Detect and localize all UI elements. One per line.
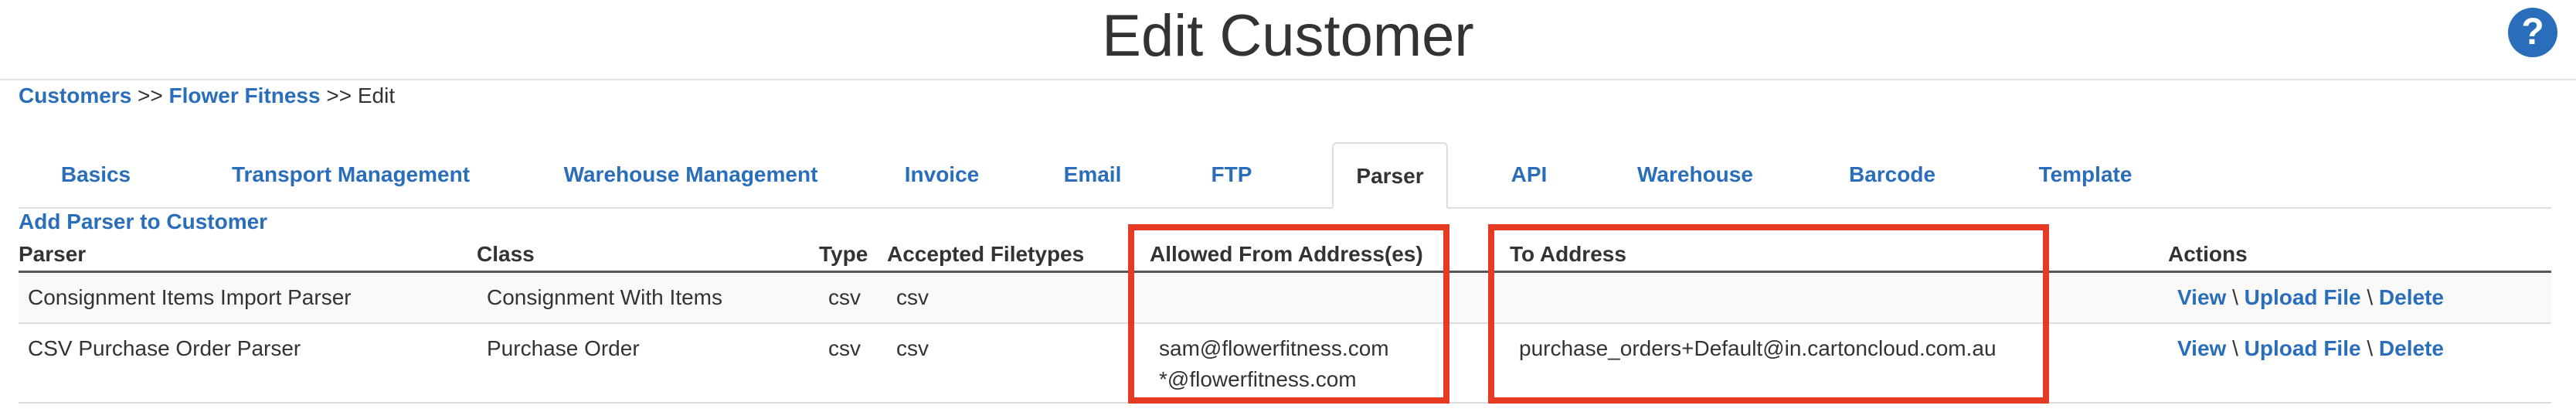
action-separator: \: [2232, 285, 2238, 309]
column-header-filetypes: Accepted Filetypes: [887, 242, 1085, 266]
tab-barcode[interactable]: Barcode: [1819, 142, 1966, 207]
tab-template[interactable]: Template: [2004, 142, 2166, 207]
tab-email[interactable]: Email: [1046, 142, 1139, 207]
highlight-box-allowed-from: [1128, 224, 1449, 404]
tab-ftp[interactable]: FTP: [1193, 142, 1270, 207]
tab-bar: Basics Transport Management Warehouse Ma…: [19, 142, 2551, 209]
breadcrumb-current: Edit: [357, 83, 396, 107]
column-header-parser: Parser: [19, 242, 87, 266]
delete-link[interactable]: Delete: [2379, 336, 2444, 360]
row2-type: csv: [828, 336, 861, 360]
tab-warehouse-management[interactable]: Warehouse Management: [544, 142, 838, 207]
add-parser-link[interactable]: Add Parser to Customer: [19, 209, 267, 235]
action-separator: \: [2367, 336, 2374, 360]
page-title: Edit Customer: [1102, 3, 1474, 69]
breadcrumb-separator: >>: [326, 83, 352, 107]
row2-parser: CSV Purchase Order Parser: [28, 336, 301, 360]
help-icon[interactable]: ?: [2508, 8, 2557, 57]
delete-link[interactable]: Delete: [2379, 285, 2444, 309]
view-link[interactable]: View: [2177, 285, 2226, 309]
upload-file-link[interactable]: Upload File: [2245, 285, 2361, 309]
breadcrumb: Customers >> Flower Fitness >> Edit: [19, 82, 395, 110]
tab-warehouse[interactable]: Warehouse: [1610, 142, 1780, 207]
row2-filetypes: csv: [896, 336, 929, 360]
tab-invoice[interactable]: Invoice: [884, 142, 1000, 207]
view-link[interactable]: View: [2177, 336, 2226, 360]
row1-parser: Consignment Items Import Parser: [28, 285, 352, 309]
row2-actions: View \ Upload File \ Delete: [2177, 334, 2444, 363]
row1-class: Consignment With Items: [487, 285, 722, 309]
breadcrumb-customers-link[interactable]: Customers: [19, 83, 131, 107]
row1-actions: View \ Upload File \ Delete: [2177, 283, 2444, 312]
action-separator: \: [2367, 285, 2374, 309]
column-header-actions: Actions: [2168, 242, 2248, 266]
page-header: Edit Customer ?: [0, 0, 2576, 80]
upload-file-link[interactable]: Upload File: [2245, 336, 2361, 360]
tab-basics[interactable]: Basics: [34, 142, 158, 207]
breadcrumb-customer-link[interactable]: Flower Fitness: [169, 83, 321, 107]
tab-api[interactable]: API: [1487, 142, 1572, 207]
tab-parser[interactable]: Parser: [1332, 142, 1448, 209]
row2-class: Purchase Order: [487, 336, 640, 360]
row1-filetypes: csv: [896, 285, 929, 309]
action-separator: \: [2232, 336, 2238, 360]
tab-transport-management[interactable]: Transport Management: [204, 142, 498, 207]
column-header-type: Type: [819, 242, 868, 266]
column-header-class: Class: [477, 242, 535, 266]
breadcrumb-separator: >>: [138, 83, 163, 107]
row1-type: csv: [828, 285, 861, 309]
highlight-box-to-address: [1488, 224, 2049, 404]
